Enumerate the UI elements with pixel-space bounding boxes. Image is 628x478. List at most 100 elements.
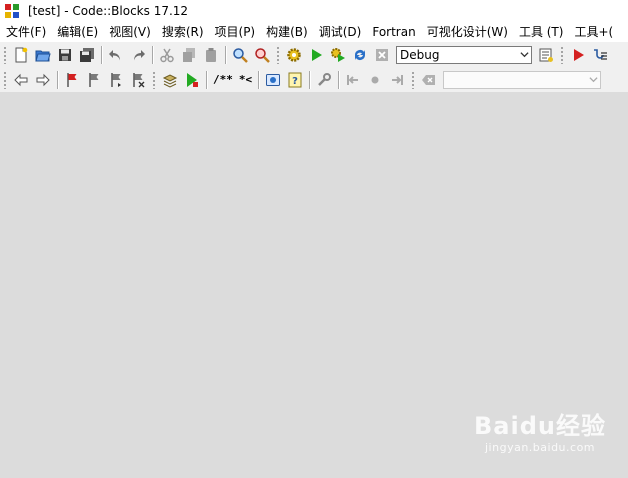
toolbar-separator [309, 70, 311, 89]
editor-workspace[interactable]: Baidu经验 jingyan.baidu.com [0, 93, 628, 478]
title-bar: [test] - Code::Blocks 17.12 [0, 0, 628, 22]
arrow-right-icon [36, 73, 50, 86]
open-button[interactable] [32, 44, 54, 66]
toolbar-separator [258, 70, 260, 89]
menu-project[interactable]: 项目(P) [209, 22, 261, 42]
find-replace-icon [255, 47, 270, 63]
clear-bookmarks-button[interactable] [127, 69, 149, 91]
save-all-button[interactable] [76, 44, 98, 66]
menu-tools-plus[interactable]: 工具+( [568, 22, 618, 42]
toolbar-grip[interactable] [411, 70, 416, 89]
undo-button[interactable] [105, 44, 127, 66]
watermark: Baidu经验 jingyan.baidu.com [474, 406, 606, 454]
new-file-button[interactable] [10, 44, 32, 66]
rebuild-icon [355, 49, 365, 60]
watermark-logo: Baidu经验 [474, 412, 606, 440]
toolbar-separator [338, 70, 340, 89]
magnifier-icon [233, 47, 248, 63]
toggle-bookmark-button[interactable] [61, 69, 83, 91]
prev-bookmark-button[interactable] [83, 69, 105, 91]
build-button[interactable] [283, 44, 305, 66]
menu-fortran[interactable]: Fortran [366, 22, 420, 42]
menu-build[interactable]: 构建(B) [260, 22, 313, 42]
new-file-icon [15, 47, 28, 62]
menu-wxsmith[interactable]: 可视化设计(W) [421, 22, 513, 42]
toolbar-grip[interactable] [276, 45, 280, 64]
toolbar-grip[interactable] [3, 45, 7, 64]
run-file-button[interactable] [181, 69, 203, 91]
paste-button[interactable] [200, 44, 222, 66]
replace-button[interactable] [251, 44, 273, 66]
codeblocks-logo-icon [5, 4, 19, 18]
run-to-cursor-icon [594, 48, 607, 60]
doxyblocks-icon [266, 73, 281, 86]
compile-file-button[interactable] [159, 69, 181, 91]
copy-icon [183, 47, 195, 62]
run-to-cursor-button[interactable] [589, 44, 611, 66]
menu-view[interactable]: 视图(V) [103, 22, 156, 42]
nav-forward-button[interactable] [32, 69, 54, 91]
menu-edit[interactable]: 编辑(E) [51, 22, 103, 42]
menu-file[interactable]: 文件(F) [0, 22, 51, 42]
toolbar-grip[interactable] [560, 45, 564, 64]
jump-back-icon [347, 74, 359, 85]
code-completion-select[interactable] [443, 70, 602, 89]
undo-icon [109, 49, 120, 60]
save-all-icon [80, 47, 94, 62]
cut-button[interactable] [156, 44, 178, 66]
toolbar-separator [206, 70, 207, 89]
flag-prev-icon [89, 72, 99, 87]
toolbar-separator [101, 45, 102, 64]
show-select-target-button[interactable] [535, 44, 557, 66]
save-button[interactable] [54, 44, 76, 66]
build-target-value: Debug [400, 47, 440, 62]
comment-line-button[interactable]: *< [236, 69, 255, 91]
find-button[interactable] [229, 44, 251, 66]
jump-back-button[interactable] [342, 69, 364, 91]
select-target-icon [539, 48, 553, 62]
chevron-down-icon [586, 72, 600, 88]
save-icon [59, 48, 71, 61]
toolbar-grip[interactable] [3, 70, 7, 89]
scissors-icon [160, 48, 174, 62]
comment-block-button[interactable]: /** [210, 69, 236, 91]
watermark-url: jingyan.baidu.com [485, 441, 596, 454]
next-bookmark-button[interactable] [105, 69, 127, 91]
jump-forward-button[interactable] [386, 69, 408, 91]
toolbar-grip[interactable] [152, 70, 156, 89]
build-and-run-button[interactable] [327, 44, 349, 66]
help-button[interactable]: ? [284, 69, 306, 91]
play-page-icon [187, 72, 198, 87]
toolbar-separator [152, 45, 153, 64]
settings-button[interactable] [313, 69, 335, 91]
nav-back-button[interactable] [10, 69, 32, 91]
play-icon [312, 48, 322, 61]
abort-button[interactable] [371, 44, 393, 66]
menu-search[interactable]: 搜索(R) [156, 22, 209, 42]
wrench-icon [318, 72, 332, 86]
jump-middle-button[interactable] [364, 69, 386, 91]
menu-tools[interactable]: 工具 (T) [513, 22, 569, 42]
run-button[interactable] [305, 44, 327, 66]
main-toolbar: Debug [0, 42, 628, 68]
svg-text:?: ? [292, 76, 298, 87]
redo-button[interactable] [127, 44, 149, 66]
copy-button[interactable] [178, 44, 200, 66]
secondary-toolbar: /** *< ? [0, 67, 628, 93]
red-flag-icon [67, 72, 77, 87]
toolbar-separator [57, 70, 58, 89]
paste-icon [206, 47, 216, 62]
doxyblocks-button[interactable] [262, 69, 284, 91]
debug-play-icon [574, 48, 584, 61]
tag-close-icon [422, 74, 436, 85]
menu-debug[interactable]: 调试(D) [313, 22, 367, 42]
code-completion-clear-button[interactable] [418, 69, 440, 91]
redo-icon [134, 49, 145, 60]
debug-continue-button[interactable] [567, 44, 589, 66]
arrow-left-icon [14, 73, 28, 86]
flag-next-icon [111, 72, 121, 87]
jump-forward-icon [392, 74, 404, 85]
window-title: [test] - Code::Blocks 17.12 [28, 4, 189, 18]
rebuild-button[interactable] [349, 44, 371, 66]
build-target-select[interactable]: Debug [396, 45, 532, 64]
